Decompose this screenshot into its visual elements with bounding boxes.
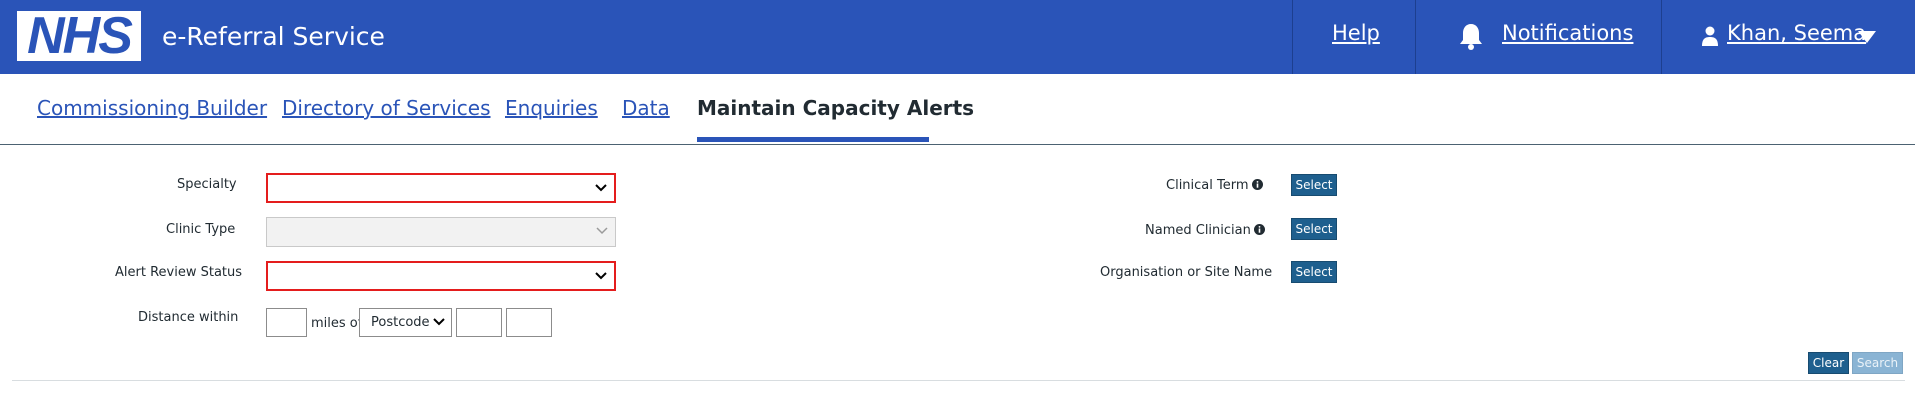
notifications-link[interactable]: Notifications bbox=[1502, 21, 1633, 45]
section-divider bbox=[12, 380, 1905, 381]
header-divider bbox=[1661, 0, 1662, 74]
named-clinician-row: Named Clinician bbox=[1145, 223, 1265, 238]
alert-review-status-select[interactable] bbox=[266, 261, 616, 291]
chevron-down-icon bbox=[595, 184, 607, 192]
bell-icon[interactable] bbox=[1458, 22, 1484, 50]
named-clinician-label: Named Clinician bbox=[1145, 223, 1251, 238]
user-menu-link[interactable]: Khan, Seema bbox=[1727, 21, 1866, 45]
nav-directory-of-services[interactable]: Directory of Services bbox=[282, 96, 491, 120]
header-divider bbox=[1415, 0, 1416, 74]
nhs-logo-text: NHS bbox=[27, 7, 133, 65]
service-name: e-Referral Service bbox=[162, 22, 385, 51]
help-link[interactable]: Help bbox=[1332, 21, 1380, 45]
chevron-down-icon bbox=[433, 318, 445, 326]
organisation-label: Organisation or Site Name bbox=[1100, 265, 1273, 280]
distance-within-label: Distance within bbox=[138, 310, 239, 325]
clinic-type-select bbox=[266, 217, 616, 247]
main-nav: Commissioning Builder Directory of Servi… bbox=[0, 74, 1915, 145]
nav-enquiries[interactable]: Enquiries bbox=[505, 96, 598, 120]
clinical-term-select-button[interactable]: Select bbox=[1291, 174, 1337, 196]
postcode-part1-input[interactable] bbox=[456, 308, 502, 337]
chevron-down-icon bbox=[595, 272, 607, 280]
alert-review-status-label: Alert Review Status bbox=[115, 265, 243, 280]
active-tab-indicator bbox=[697, 137, 929, 142]
info-icon[interactable] bbox=[1251, 179, 1263, 190]
organisation-select-button[interactable]: Select bbox=[1291, 261, 1337, 283]
distance-input[interactable] bbox=[266, 308, 307, 337]
specialty-select[interactable] bbox=[266, 173, 616, 203]
clinical-term-label: Clinical Term bbox=[1166, 178, 1249, 193]
nav-commissioning-builder[interactable]: Commissioning Builder bbox=[37, 96, 267, 120]
user-icon bbox=[1702, 26, 1718, 46]
clear-button[interactable]: Clear bbox=[1808, 352, 1849, 374]
header-divider bbox=[1292, 0, 1293, 74]
postcode-type-select[interactable]: Postcode bbox=[359, 308, 452, 337]
clinical-term-row: Clinical Term bbox=[1166, 178, 1263, 193]
search-button[interactable]: Search bbox=[1852, 352, 1903, 374]
top-header: NHS e-Referral Service Help Notification… bbox=[0, 0, 1915, 74]
postcode-type-value: Postcode bbox=[371, 315, 430, 330]
named-clinician-select-button[interactable]: Select bbox=[1291, 218, 1337, 240]
miles-of-label: miles of bbox=[311, 316, 363, 331]
nav-maintain-capacity-alerts[interactable]: Maintain Capacity Alerts bbox=[697, 96, 974, 120]
chevron-down-icon bbox=[596, 227, 608, 235]
specialty-label: Specialty bbox=[177, 177, 237, 192]
clinic-type-label: Clinic Type bbox=[166, 222, 236, 237]
info-icon[interactable] bbox=[1253, 224, 1265, 235]
nhs-logo[interactable]: NHS bbox=[17, 7, 141, 65]
postcode-part2-input[interactable] bbox=[506, 308, 552, 337]
chevron-down-icon[interactable] bbox=[1857, 30, 1877, 44]
nav-data[interactable]: Data bbox=[622, 96, 670, 120]
